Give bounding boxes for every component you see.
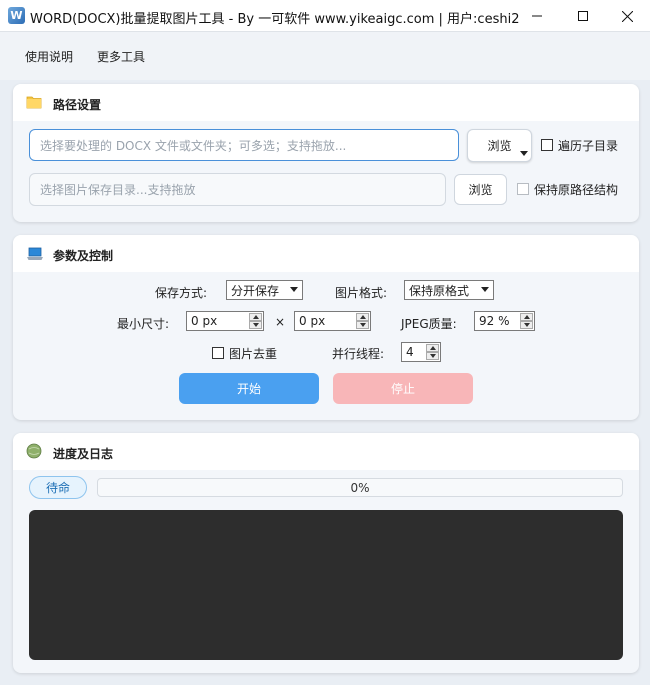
min-width-value: 0 px [191,314,218,328]
start-label: 开始 [236,382,261,396]
title-bar: W WORD(DOCX)批量提取图片工具 - By 一可软件 www.yikea… [0,0,650,32]
card-header: 进度及日志 [13,433,639,470]
dropdown-arrow-icon [520,151,528,156]
minimize-button[interactable] [514,0,560,32]
progress-card: 进度及日志 待命 0% [13,433,639,673]
stop-button[interactable]: 停止 [333,373,473,404]
spin-up-icon[interactable] [426,344,439,352]
log-textarea[interactable] [29,510,623,660]
threads-value: 4 [406,345,414,359]
save-mode-value: 分开保存 [231,283,280,298]
spin-down-icon[interactable] [249,321,262,329]
min-width-spinbox[interactable]: 0 px [186,311,264,331]
menu-item-help[interactable]: 使用说明 [25,48,73,65]
jpeg-quality-label: JPEG质量: [401,317,457,331]
chevron-down-icon [481,287,489,292]
keep-structure-checkbox[interactable] [517,183,529,195]
browse-label: 浏览 [468,183,493,197]
chevron-down-icon [290,287,298,292]
dedup-checkbox[interactable] [212,347,224,359]
keep-structure-label: 保持原路径结构 [534,183,619,197]
min-size-label: 最小尺寸: [117,317,170,331]
globe-icon [26,443,42,459]
save-mode-select[interactable]: 分开保存 [226,280,303,300]
output-path-input[interactable]: 选择图片保存目录...支持拖放 [29,173,446,206]
maximize-button[interactable] [560,0,606,32]
spin-up-icon[interactable] [356,313,369,321]
card-header: 参数及控制 [13,235,639,272]
card-title: 参数及控制 [53,249,114,263]
format-select[interactable]: 保持原格式 [404,280,494,300]
card-title: 进度及日志 [53,447,114,461]
maximize-icon [578,11,588,21]
browse-output-button[interactable]: 浏览 [454,174,507,205]
status-text: 待命 [45,481,70,495]
jpeg-quality-spinbox[interactable]: 92 % [474,311,535,331]
output-path-placeholder: 选择图片保存目录...支持拖放 [40,183,196,197]
min-height-value: 0 px [299,314,326,328]
spin-up-icon[interactable] [249,313,262,321]
spin-down-icon[interactable] [520,321,533,329]
minimize-icon [532,15,542,17]
laptop-icon [27,247,43,260]
format-value: 保持原格式 [409,283,470,298]
save-mode-label: 保存方式: [155,286,208,300]
jpeg-quality-value: 92 % [479,314,510,328]
min-height-spinbox[interactable]: 0 px [294,311,371,331]
app-icon: W [8,7,25,24]
spin-up-icon[interactable] [520,313,533,321]
source-path-input[interactable]: 选择要处理的 DOCX 文件或文件夹；可多选；支持拖放... [29,129,459,161]
recursive-checkbox[interactable] [541,139,553,151]
close-icon [621,10,633,22]
browse-label: 浏览 [487,139,512,153]
dedup-label: 图片去重 [229,347,278,361]
folder-icon [26,96,42,109]
recursive-label: 遍历子目录 [558,139,619,153]
spin-down-icon[interactable] [356,321,369,329]
card-title: 路径设置 [53,98,102,112]
close-button[interactable] [604,0,650,32]
progress-percent: 0% [350,480,370,495]
start-button[interactable]: 开始 [179,373,319,404]
format-label: 图片格式: [335,286,388,300]
card-header: 路径设置 [13,84,639,121]
threads-label: 并行线程: [332,347,385,361]
browse-source-button[interactable]: 浏览 [467,129,532,162]
progress-bar: 0% [97,478,623,497]
window-title: WORD(DOCX)批量提取图片工具 - By 一可软件 www.yikeaig… [30,12,520,27]
threads-spinbox[interactable]: 4 [401,342,441,362]
spin-down-icon[interactable] [426,352,439,360]
status-badge: 待命 [29,476,87,499]
path-settings-card: 路径设置 选择要处理的 DOCX 文件或文件夹；可多选；支持拖放... 浏览 遍… [13,84,639,222]
menu-item-more-tools[interactable]: 更多工具 [97,48,145,65]
params-card: 参数及控制 保存方式: 分开保存 图片格式: 保持原格式 最小尺寸: 0 px … [13,235,639,420]
menu-bar: 使用说明 更多工具 [0,32,650,80]
times-sign: × [275,315,286,329]
stop-label: 停止 [390,382,415,396]
source-path-placeholder: 选择要处理的 DOCX 文件或文件夹；可多选；支持拖放... [40,138,347,153]
